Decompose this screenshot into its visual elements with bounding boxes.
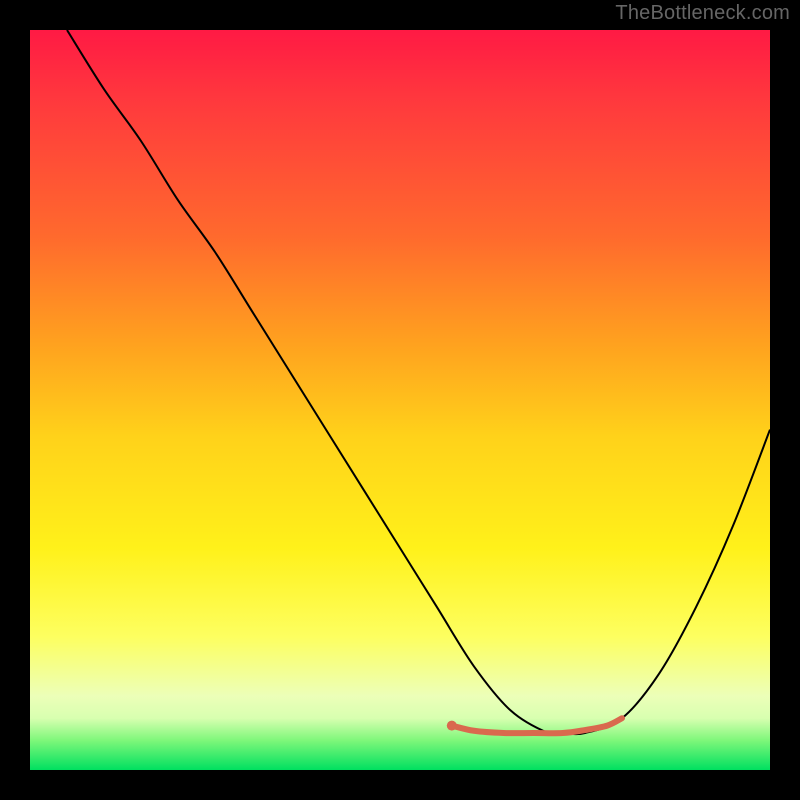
curve-svg <box>30 30 770 770</box>
optimal-zone-path <box>452 718 622 733</box>
watermark-text: TheBottleneck.com <box>615 2 790 25</box>
bottleneck-curve-path <box>67 30 770 735</box>
chart-frame: TheBottleneck.com <box>0 0 800 800</box>
plot-area <box>30 30 770 770</box>
